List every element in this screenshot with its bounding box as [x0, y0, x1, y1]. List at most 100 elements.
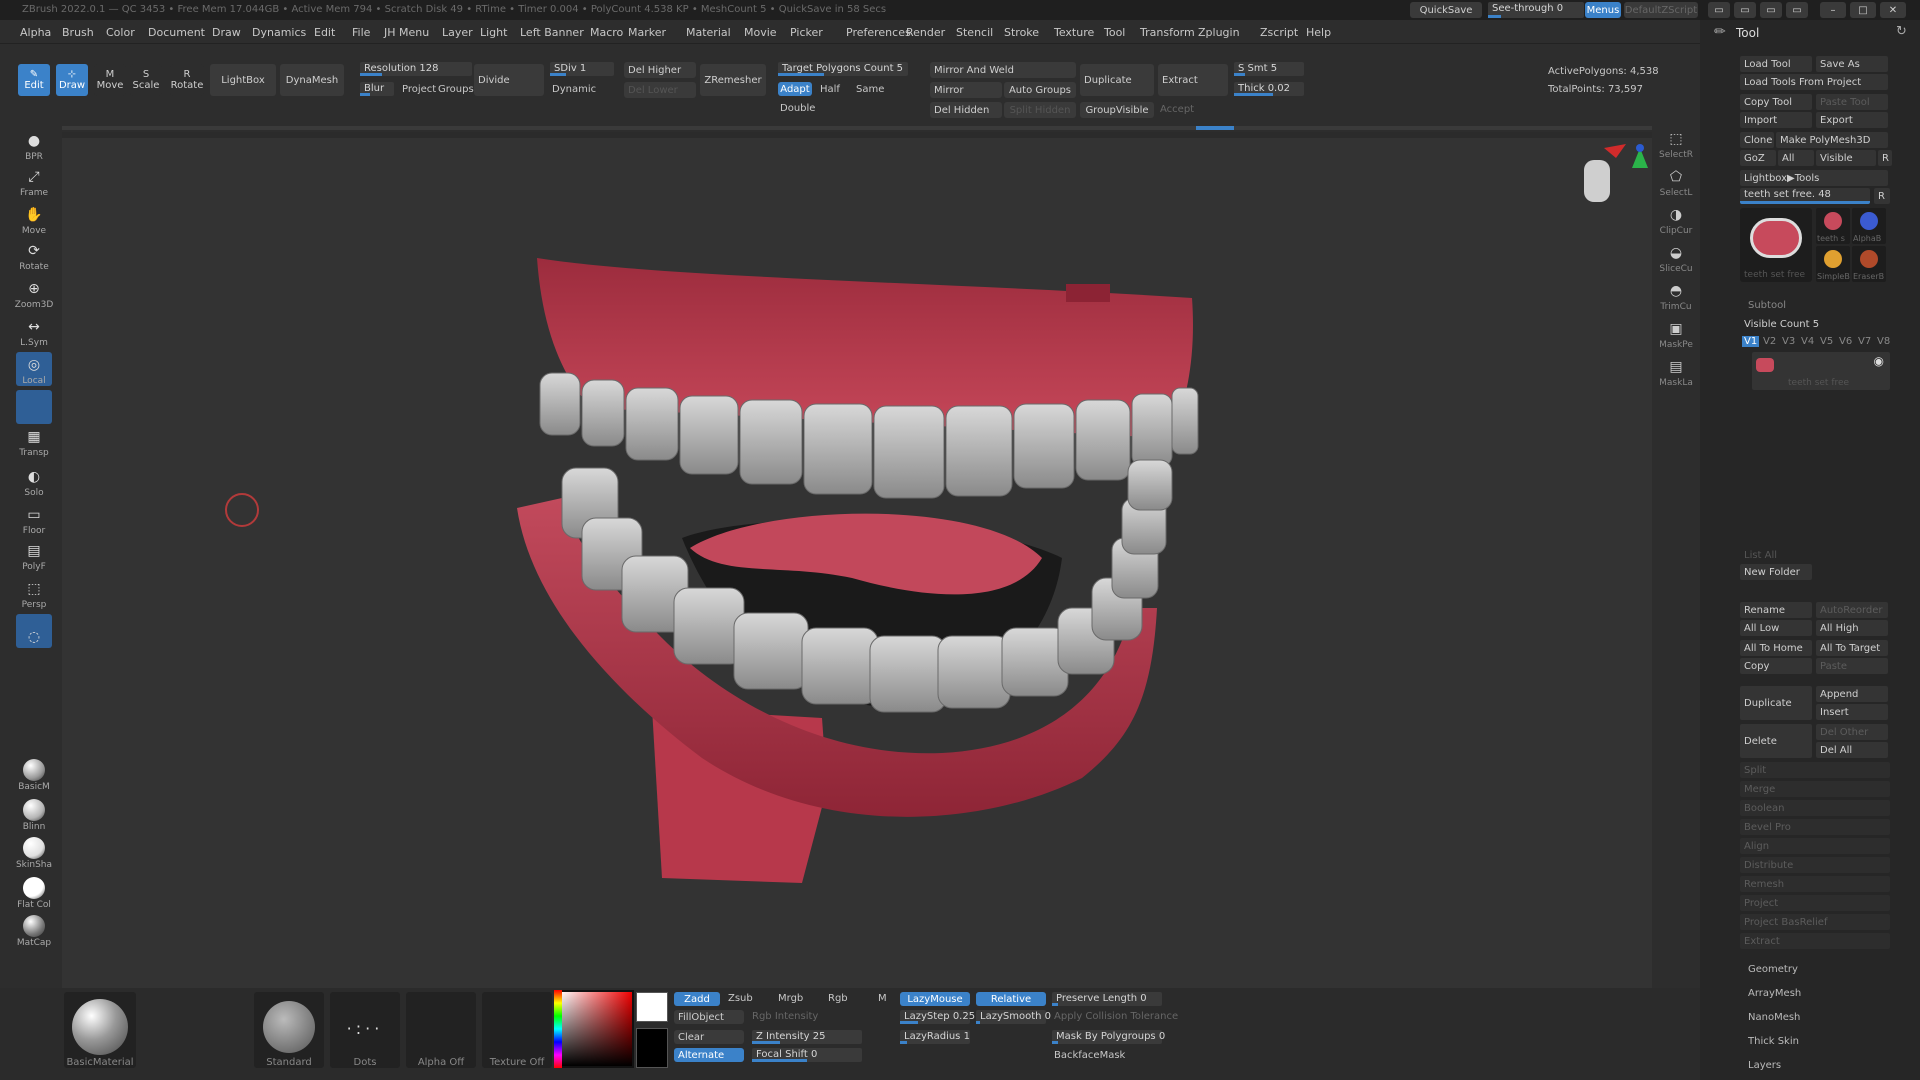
delete-button[interactable]: Delete — [1740, 724, 1812, 758]
all-to-home-button[interactable]: All To Home — [1740, 640, 1812, 656]
edit-button[interactable]: ✎ Edit — [18, 64, 50, 96]
goz-visible-button[interactable]: Visible — [1816, 150, 1876, 166]
menu-movie[interactable]: Movie — [744, 26, 777, 39]
menu-render[interactable]: Render — [906, 26, 945, 39]
tool-r-button[interactable]: R — [1874, 188, 1890, 204]
subtool-boolean[interactable]: Boolean — [1740, 800, 1890, 816]
adapt-toggle[interactable]: Adapt — [778, 82, 812, 96]
subtool-item[interactable]: ◉ teeth set free — [1752, 352, 1890, 390]
project-toggle[interactable]: Project — [402, 84, 436, 95]
menu-alpha[interactable]: Alpha — [20, 26, 51, 39]
split-hidden-button[interactable]: Split Hidden — [1004, 102, 1076, 118]
tool-thumb[interactable]: AlphaB — [1852, 208, 1886, 244]
clear-button[interactable]: Clear — [674, 1030, 744, 1044]
left-tool-l-sym[interactable]: ↔ L.Sym — [16, 314, 52, 348]
clone-button[interactable]: Clone — [1740, 132, 1774, 148]
version-v2[interactable]: V2 — [1761, 336, 1778, 347]
minimize-icon[interactable]: – — [1820, 2, 1846, 18]
left-material-3[interactable]: Flat Col — [16, 876, 52, 910]
menu-edit[interactable]: Edit — [314, 26, 335, 39]
menu-draw[interactable]: Draw — [212, 26, 241, 39]
lazymouse-toggle[interactable]: LazyMouse — [900, 992, 970, 1006]
left-tool-frame[interactable]: ⤢ Frame — [16, 164, 52, 198]
zremesher-button[interactable]: ZRemesher — [700, 64, 766, 96]
rgb-toggle[interactable]: Rgb — [828, 993, 848, 1004]
move-button[interactable]: M Move — [94, 64, 126, 96]
zsub-toggle[interactable]: Zsub — [728, 993, 753, 1004]
make-polymesh-button[interactable]: Make PolyMesh3D — [1776, 132, 1888, 148]
version-v8[interactable]: V8 — [1875, 336, 1892, 347]
hue-strip[interactable] — [554, 990, 562, 1068]
target-polygons-slider[interactable]: Target Polygons Count 5 — [778, 62, 908, 76]
left-tool-solo[interactable]: ◐ Solo — [16, 464, 52, 498]
backface-mask-toggle[interactable]: BackfaceMask — [1054, 1050, 1125, 1061]
all-to-target-button[interactable]: All To Target — [1816, 640, 1888, 656]
left-material-0[interactable]: BasicM — [16, 758, 52, 792]
material-thumbnail[interactable]: BasicMaterial — [64, 992, 136, 1068]
rename-button[interactable]: Rename — [1740, 602, 1812, 618]
extract-button[interactable]: Extract — [1158, 64, 1228, 96]
new-folder-button[interactable]: New Folder — [1740, 564, 1812, 580]
window-icon[interactable]: ▭ — [1708, 2, 1730, 18]
rgb-intensity-slider[interactable]: Rgb Intensity — [752, 1011, 818, 1022]
copy-button[interactable]: Copy — [1740, 658, 1812, 674]
duplicate-subtool-button[interactable]: Duplicate — [1740, 686, 1812, 720]
list-all-button[interactable]: List All — [1744, 550, 1777, 561]
accept-button[interactable]: Accept — [1160, 104, 1194, 115]
right-tool-maskpe[interactable]: ▣ MaskPe — [1656, 314, 1696, 350]
lazyradius-slider[interactable]: LazyRadius 1 — [900, 1030, 970, 1044]
section-layers[interactable]: Layers — [1748, 1060, 1781, 1071]
goz-all-button[interactable]: All — [1778, 150, 1814, 166]
subtool-remesh[interactable]: Remesh — [1740, 876, 1890, 892]
left-tool-floor[interactable]: ▭ Floor — [16, 502, 52, 536]
all-low-button[interactable]: All Low — [1740, 620, 1812, 636]
preserve-length-slider[interactable]: Preserve Length 0 — [1052, 992, 1162, 1006]
double-button[interactable]: Double — [780, 103, 815, 114]
dynamic-toggle[interactable]: Dynamic — [552, 84, 596, 95]
zadd-toggle[interactable]: Zadd — [674, 992, 720, 1006]
right-tool-maskla[interactable]: ▤ MaskLa — [1656, 352, 1696, 388]
sdiv-slider[interactable]: SDiv 1 — [550, 62, 614, 76]
same-button[interactable]: Same — [856, 84, 884, 95]
seethrough-slider[interactable]: See-through 0 — [1488, 2, 1584, 18]
quicksave-button[interactable]: QuickSave — [1410, 2, 1482, 18]
subtool-align[interactable]: Align — [1740, 838, 1890, 854]
mask-by-polygroups-slider[interactable]: Mask By Polygroups 0 — [1052, 1030, 1165, 1044]
goz-r-button[interactable]: R — [1878, 150, 1892, 166]
menu-transform[interactable]: Transform — [1140, 26, 1195, 39]
menu-help[interactable]: Help — [1306, 26, 1331, 39]
left-tool-zoom3d[interactable]: ⊕ Zoom3D — [15, 276, 54, 310]
texture-thumbnail[interactable]: Texture Off — [482, 992, 552, 1068]
focal-shift-slider[interactable]: Focal Shift 0 — [752, 1048, 862, 1062]
all-high-button[interactable]: All High — [1816, 620, 1888, 636]
del-other-button[interactable]: Del Other — [1816, 724, 1888, 740]
mirror-button[interactable]: Mirror — [930, 82, 1002, 98]
canvas-viewport[interactable] — [62, 138, 1652, 988]
version-v4[interactable]: V4 — [1799, 336, 1816, 347]
goz-button[interactable]: GoZ — [1740, 150, 1776, 166]
version-v1[interactable]: V1 — [1742, 336, 1760, 347]
window-icon[interactable]: ▭ — [1786, 2, 1808, 18]
mrgb-toggle[interactable]: Mrgb — [778, 993, 803, 1004]
color-picker[interactable] — [558, 990, 634, 1068]
left-tool-dynamic-icon[interactable]: ◌ — [16, 614, 52, 648]
timeline-marker[interactable] — [1196, 126, 1234, 130]
menu-zplugin[interactable]: Zplugin — [1198, 26, 1240, 39]
subtool-bevel-pro[interactable]: Bevel Pro — [1740, 819, 1890, 835]
subtool-split[interactable]: Split — [1740, 762, 1890, 778]
left-tool-rotate[interactable]: ⟳ Rotate — [16, 238, 52, 272]
mirror-weld-button[interactable]: Mirror And Weld — [930, 62, 1076, 78]
insert-button[interactable]: Insert — [1816, 704, 1888, 720]
menu-file[interactable]: File — [352, 26, 370, 39]
version-v7[interactable]: V7 — [1856, 336, 1873, 347]
copy-tool-button[interactable]: Copy Tool — [1740, 94, 1812, 110]
left-material-1[interactable]: Blinn — [16, 798, 52, 832]
tool-thumb[interactable]: EraserB — [1852, 246, 1886, 282]
blur-slider[interactable]: Blur — [360, 82, 394, 96]
apply-collision-tolerance[interactable]: Apply Collision Tolerance — [1054, 1011, 1178, 1022]
paste-button[interactable]: Paste — [1816, 658, 1888, 674]
menu-marker[interactable]: Marker — [628, 26, 666, 39]
left-tool-move[interactable]: ✋ Move — [16, 202, 52, 236]
right-tool-slicecu[interactable]: ◒ SliceCu — [1656, 238, 1696, 274]
version-v6[interactable]: V6 — [1837, 336, 1854, 347]
